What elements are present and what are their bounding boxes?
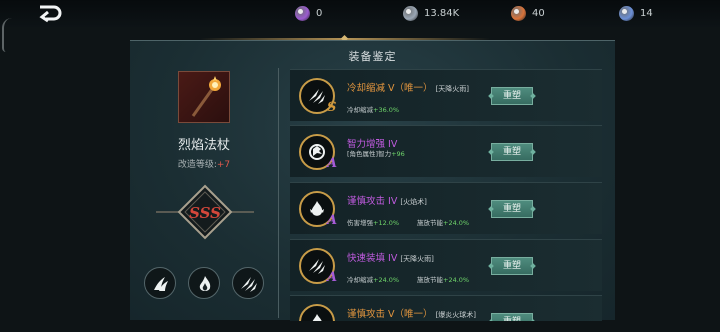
fire-claw-icon	[154, 277, 168, 291]
currency-orange-orb[interactable]: 40	[511, 4, 545, 22]
back-arrow-icon	[39, 5, 62, 23]
affix-stat: 冷却缩减+24.0%	[347, 274, 399, 284]
affix-list[interactable]: S 冷却缩减 V（唯一） [天降火雨] 冷却缩减+36.0% 重塑 A 智力增强…	[290, 69, 602, 321]
affix-row: S 谨慎攻击 V（唯一） [爆炎火球术] 重塑	[290, 295, 602, 321]
affix-row: A 谨慎攻击 IV [火焰术] 伤害增强+12.0% 施放节能+24.0% 重塑	[290, 182, 602, 234]
affix-medal	[299, 304, 335, 321]
item-icon-frame[interactable]	[178, 71, 230, 123]
purple-gem-icon	[295, 5, 310, 21]
stat-label: 冷却缩减	[347, 106, 373, 114]
element-button-fire-claw[interactable]	[144, 267, 176, 299]
claw-slash-icon	[309, 259, 325, 274]
item-name: 烈焰法杖	[177, 138, 230, 153]
grade-text: SSS	[189, 204, 221, 222]
stat-label: [角色属性]智力	[347, 150, 392, 158]
panel-title: 装备鉴定	[348, 50, 397, 63]
affix-title: 冷却缩减 V（唯一） [天降火雨]	[347, 80, 469, 94]
affix-title: 谨慎攻击 V（唯一） [爆炎火球术]	[347, 306, 476, 320]
currency-silver-coin[interactable]: 13.84K	[403, 4, 459, 22]
dragon-head-icon	[309, 144, 325, 160]
fire-burst-icon	[310, 201, 324, 216]
grade-emblem: SSS	[156, 184, 254, 240]
stat-label: 冷却缩减	[347, 276, 373, 284]
orange-orb-icon	[511, 5, 526, 21]
column-divider	[278, 68, 279, 318]
back-button[interactable]	[36, 3, 64, 23]
affix-name: 谨慎攻击 V（唯一）	[347, 309, 433, 320]
fire-burst-icon	[312, 314, 322, 321]
currency-amount: 40	[532, 7, 545, 19]
stat-label: 施放节能	[417, 276, 443, 284]
stat-label: 伤害增强	[347, 219, 373, 227]
affix-name: 冷却缩减 V（唯一）	[347, 83, 433, 94]
stat-value: +24.0%	[373, 276, 400, 284]
element-button-flame[interactable]	[188, 267, 220, 299]
affix-row: A 快速装填 IV [天降火雨] 冷却缩减+24.0% 施放节能+24.0% 重…	[290, 239, 602, 291]
stat-value: +24.0%	[443, 219, 470, 227]
flame-icon	[199, 276, 211, 291]
affix-tag: [天降火雨]	[400, 255, 434, 263]
reforge-button[interactable]: 重塑	[491, 313, 533, 321]
forge-level-label: 改造等级:	[177, 160, 217, 170]
currency-blue-crystal[interactable]: 14	[619, 4, 653, 22]
stat-value: +24.0%	[443, 276, 470, 284]
affix-stat: 施放节能+24.0%	[417, 274, 469, 284]
affix-tag: [火焰术]	[400, 198, 427, 206]
grade-diamond-icon: SSS	[156, 184, 254, 240]
affix-grade: A	[327, 270, 338, 285]
affix-tag: [爆炎火球术]	[435, 311, 477, 319]
affix-stat: [角色属性]智力+96	[347, 148, 405, 158]
fire-staff-icon	[191, 76, 221, 117]
appraisal-panel: 装备鉴定 烈焰法杖 改造等级:+7 SSS S 冷却缩减 V（唯一） [天降火雨…	[130, 40, 615, 321]
side-bracket-decoration	[2, 18, 12, 52]
element-button-ice-claw[interactable]	[232, 267, 264, 299]
stat-value: +96	[391, 150, 405, 158]
affix-grade: S	[327, 100, 337, 115]
currency-purple-gem[interactable]: 0	[295, 4, 322, 22]
stat-label: 施放节能	[417, 219, 443, 227]
affix-stat: 冷却缩减+36.0%	[347, 104, 399, 114]
currency-amount: 14	[640, 7, 653, 19]
affix-name: 谨慎攻击 IV	[347, 196, 398, 207]
affix-title: 谨慎攻击 IV [火焰术]	[347, 193, 427, 207]
reforge-button[interactable]: 重塑	[491, 200, 533, 218]
claw-slash-icon	[309, 89, 325, 104]
affix-row: S 冷却缩减 V（唯一） [天降火雨] 冷却缩减+36.0% 重塑	[290, 69, 602, 121]
affix-row: A 智力增强 IV [角色属性]智力+96 重塑	[290, 125, 602, 177]
stat-value: +12.0%	[373, 219, 400, 227]
top-bar: 0 13.84K 40 14	[0, 0, 720, 27]
affix-title: 快速装填 IV [天降火雨]	[347, 250, 434, 264]
currency-amount: 0	[316, 7, 323, 19]
currency-amount: 13.84K	[424, 7, 460, 19]
affix-stat: 施放节能+24.0%	[417, 217, 469, 227]
affix-tag: [天降火雨]	[435, 85, 470, 93]
reforge-button[interactable]: 重塑	[491, 143, 533, 161]
forge-level: 改造等级:+7	[130, 157, 278, 170]
silver-coin-icon	[403, 5, 418, 21]
blue-crystal-icon	[619, 5, 634, 21]
forge-level-value: +7	[216, 160, 231, 170]
affix-stat: 伤害增强+12.0%	[347, 217, 399, 227]
ice-claw-icon	[241, 277, 257, 292]
affix-grade: A	[327, 156, 338, 171]
stat-value: +36.0%	[373, 106, 400, 114]
reforge-button[interactable]: 重塑	[491, 257, 533, 275]
affix-grade: A	[327, 213, 338, 228]
affix-name: 快速装填 IV	[347, 253, 398, 264]
reforge-button[interactable]: 重塑	[491, 87, 533, 105]
